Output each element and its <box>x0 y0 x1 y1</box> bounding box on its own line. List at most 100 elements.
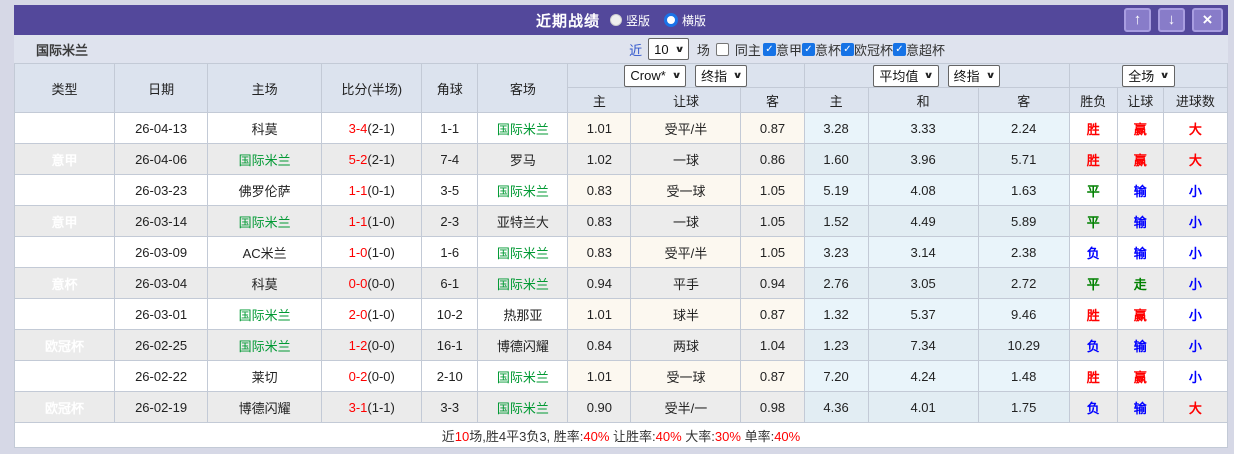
league-badge: 意甲 <box>13 143 116 175</box>
result-outcome: 平 <box>1068 205 1118 237</box>
league-badge: 意甲 <box>13 112 116 144</box>
final-index-value-2: 终指 <box>953 69 980 84</box>
chevron-down-icon: ∨ <box>923 70 935 80</box>
score-cell: 0-2(0-0) <box>321 360 423 392</box>
view-mode-group: 竖版 横版 <box>609 12 706 29</box>
avg-draw-odds: 4.08 <box>867 174 979 206</box>
home-team: 国际米兰 <box>207 143 323 175</box>
league-filter-item: ✓ 意杯 <box>801 40 841 59</box>
odds-home: 0.83 <box>567 236 632 268</box>
corner-score: 1-1 <box>421 112 479 144</box>
results-tbody: 意甲 26-04-13 科莫 3-4(2-1) 1-1 国际米兰 1.01 受平/半 0.87 3… <box>13 112 1229 423</box>
radio-unselected-icon[interactable] <box>609 14 622 26</box>
corner-score: 1-6 <box>421 236 479 268</box>
home-team: 科莫 <box>207 112 323 144</box>
home-team: AC米兰 <box>207 236 323 268</box>
score-cell: 3-4(2-1) <box>321 112 423 144</box>
halftime-score: (0-0) <box>367 275 395 291</box>
odds-away: 0.87 <box>740 112 805 144</box>
result-goals: 小 <box>1162 360 1229 392</box>
full-match-select[interactable]: 全场 ∨ <box>1122 64 1175 87</box>
match-row: 意杯 26-03-04 科莫 0-0(0-0) 6-1 国际米兰 0.94 平手 0.94 2.7… <box>13 267 1229 299</box>
odds-home: 0.84 <box>567 329 632 361</box>
match-row: 意甲 26-03-23 佛罗伦萨 1-1(0-1) 3-5 国际米兰 0.83 受一球 1.05… <box>13 174 1229 206</box>
chevron-down-icon: ∨ <box>1159 70 1170 80</box>
odds-home: 0.83 <box>567 205 632 237</box>
league-checkbox-label: 意甲 <box>775 42 802 58</box>
league-checkbox[interactable]: ✓ <box>892 42 906 56</box>
chevron-down-icon: ∨ <box>671 70 682 80</box>
avg-home-odds: 1.32 <box>803 298 869 330</box>
final-index-select-1[interactable]: 终指 ∨ <box>695 64 748 87</box>
sub-header-odds-home: 主 <box>567 87 632 113</box>
avg-away-odds: 2.38 <box>977 236 1070 268</box>
window-buttons: ↑ ↓ × <box>1124 8 1223 32</box>
col-header-date: 日期 <box>114 63 209 113</box>
odds-away: 1.05 <box>740 205 805 237</box>
match-row: 意甲 26-04-06 国际米兰 5-2(2-1) 7-4 罗马 1.02 一球 0.86 1.6… <box>13 143 1229 175</box>
result-handicap: 赢 <box>1116 298 1164 330</box>
handicap-line: 受一球 <box>630 174 742 206</box>
view-vertical-option[interactable]: 竖版 <box>609 12 650 29</box>
league-filter-item: ✓ 意甲 <box>762 40 802 59</box>
avg-home-odds: 3.23 <box>803 236 869 268</box>
summary-stat-value: 40% <box>774 428 801 444</box>
halftime-score: (1-1) <box>367 399 395 415</box>
result-goals: 小 <box>1162 267 1229 299</box>
result-outcome: 胜 <box>1068 360 1118 392</box>
score-cell: 3-1(1-1) <box>321 391 423 423</box>
league-checkbox[interactable]: ✓ <box>801 42 815 56</box>
same-home-label: 同主 <box>734 42 761 58</box>
final-index-select-2[interactable]: 终指 ∨ <box>947 64 1000 87</box>
corner-score: 16-1 <box>421 329 479 361</box>
view-horizontal-option[interactable]: 横版 <box>664 12 706 29</box>
score-cell: 0-0(0-0) <box>321 267 423 299</box>
average-select[interactable]: 平均值 ∨ <box>873 64 939 87</box>
close-button[interactable]: × <box>1192 8 1223 32</box>
handicap-line: 受平/半 <box>630 236 742 268</box>
summary-row: 近10场,胜4平3负3, 胜率:40% 让胜率:40% 大率:30% 单率:40… <box>14 422 1228 448</box>
same-home-checkbox[interactable] <box>715 42 729 56</box>
move-up-button[interactable]: ↑ <box>1124 8 1151 32</box>
handicap-line: 球半 <box>630 298 742 330</box>
move-down-button[interactable]: ↓ <box>1158 8 1185 32</box>
summary-text: 近10场,胜4平3负3, 胜率:40% 让胜率:40% 大率:30% 单率:40… <box>14 422 1228 448</box>
avg-home-odds: 1.52 <box>803 205 869 237</box>
league-checkbox-label: 欧冠杯 <box>853 42 893 58</box>
odds-home: 1.01 <box>567 298 632 330</box>
avg-draw-odds: 4.49 <box>867 205 979 237</box>
summary-stat-value: 10 <box>454 428 470 444</box>
result-handicap: 赢 <box>1116 112 1164 144</box>
radio-selected-icon[interactable] <box>664 13 678 27</box>
summary-stat-value: 40% <box>583 428 610 444</box>
result-goals: 大 <box>1162 143 1229 175</box>
fulltime-score: 1-0 <box>348 244 368 260</box>
filter-bar: 国际米兰 近 10 ∨ 场 同主 ✓ 意甲 ✓ 意杯 ✓ 欧冠杯 ✓ 意超杯 <box>14 35 1228 63</box>
arrow-up-icon: ↑ <box>1133 11 1142 28</box>
avg-draw-odds: 4.01 <box>867 391 979 423</box>
league-checkbox[interactable]: ✓ <box>840 42 854 56</box>
corner-score: 3-5 <box>421 174 479 206</box>
avg-home-odds: 4.36 <box>803 391 869 423</box>
match-date: 26-03-14 <box>114 205 209 237</box>
avg-home-odds: 5.19 <box>803 174 869 206</box>
sub-header-handicap: 让球 <box>630 87 742 113</box>
avg-away-odds: 1.48 <box>977 360 1070 392</box>
sub-header-avg-away: 客 <box>977 87 1070 113</box>
league-badge: 意甲 <box>13 236 116 268</box>
halftime-score: (0-0) <box>367 368 395 384</box>
panel-title: 近期战绩 <box>535 12 600 30</box>
summary-stat-label: 让胜率: <box>609 428 656 444</box>
bookmaker-select[interactable]: Crow* ∨ <box>624 64 687 87</box>
odds-home: 1.01 <box>567 112 632 144</box>
result-goals: 大 <box>1162 112 1229 144</box>
league-checkbox[interactable]: ✓ <box>762 42 776 56</box>
match-count-select[interactable]: 10 ∨ <box>648 38 689 60</box>
col-header-home: 主场 <box>207 63 323 113</box>
close-icon: × <box>1202 10 1213 29</box>
odds-home: 0.90 <box>567 391 632 423</box>
sub-header-goals: 进球数 <box>1162 87 1229 113</box>
result-handicap: 走 <box>1116 267 1164 299</box>
result-goals: 小 <box>1162 236 1229 268</box>
match-row: 欧冠杯 26-02-19 博德闪耀 3-1(1-1) 3-3 国际米兰 0.90 受半/一 0.… <box>13 391 1229 423</box>
